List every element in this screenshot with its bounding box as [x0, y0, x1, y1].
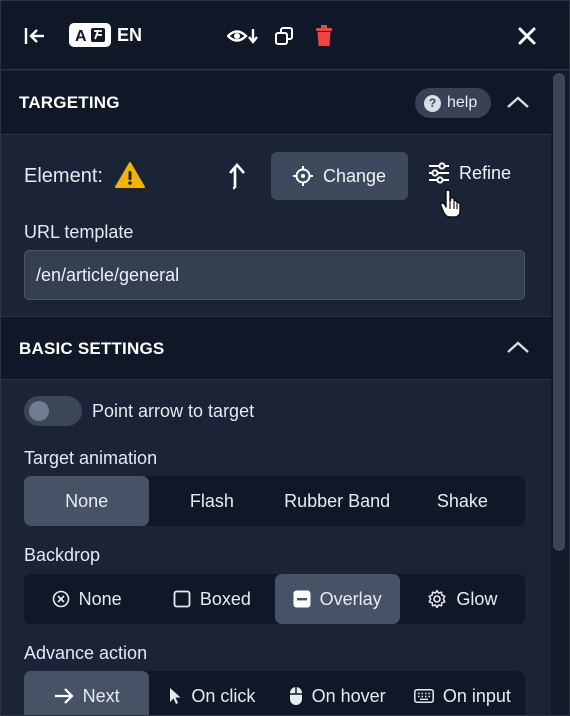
point-arrow-toggle[interactable]: [24, 396, 82, 426]
backdrop-segmented: None Boxed Overlay Glow: [24, 574, 525, 624]
animation-option-none[interactable]: None: [24, 476, 150, 526]
svg-text:A: A: [75, 28, 87, 44]
keyboard-icon: [413, 689, 434, 703]
help-label: help: [447, 94, 478, 111]
sliders-icon: [429, 162, 449, 184]
basic-settings-section-header[interactable]: BASIC SETTINGS: [1, 316, 551, 380]
square-icon: [173, 590, 191, 608]
change-button[interactable]: Change: [271, 152, 408, 200]
scrollbar-thumb[interactable]: [553, 73, 565, 551]
pointer-icon: [170, 688, 181, 704]
warning-icon: [114, 161, 146, 189]
collapse-left-icon[interactable]: [23, 24, 47, 48]
translate-icon[interactable]: A: [69, 23, 111, 47]
mouse-icon: [289, 687, 302, 705]
backdrop-option-overlay[interactable]: Overlay: [274, 574, 400, 624]
duplicate-icon[interactable]: [273, 25, 295, 47]
target-animation-segmented: None Flash Rubber Band Shake: [24, 476, 525, 526]
preview-icon[interactable]: [227, 25, 259, 47]
animation-option-shake[interactable]: Shake: [400, 476, 525, 526]
url-template-label: URL template: [24, 222, 134, 242]
gear-icon: [428, 589, 446, 609]
backdrop-option-none[interactable]: None: [24, 574, 149, 624]
targeting-title: TARGETING: [19, 93, 120, 112]
point-arrow-label: Point arrow to target: [92, 401, 255, 421]
backdrop-option-boxed[interactable]: Boxed: [149, 574, 274, 624]
advance-option-next[interactable]: Next: [24, 671, 150, 715]
change-label: Change: [322, 165, 387, 186]
arrow-right-icon: [54, 688, 74, 704]
arrow-up-icon[interactable]: [229, 162, 249, 190]
advance-option-on-input[interactable]: On input: [400, 671, 525, 715]
advance-action-label: Advance action: [24, 643, 148, 663]
chevron-up-icon[interactable]: [505, 335, 531, 359]
advance-option-on-click[interactable]: On click: [149, 671, 274, 715]
circle-x-icon: [52, 590, 69, 608]
animation-option-flash[interactable]: Flash: [149, 476, 274, 526]
editor-panel: A EN TARGETING ? help Element: Change Re…: [0, 0, 570, 716]
square-minus-icon: [293, 590, 311, 608]
element-label: Element:: [24, 165, 103, 187]
hand-cursor-icon: [438, 188, 464, 220]
question-icon: ?: [424, 94, 441, 112]
close-icon[interactable]: [516, 25, 538, 47]
backdrop-option-glow[interactable]: Glow: [400, 574, 525, 624]
target-animation-label: Target animation: [24, 448, 158, 468]
chevron-up-icon[interactable]: [505, 90, 531, 114]
backdrop-label: Backdrop: [24, 545, 101, 565]
url-template-input[interactable]: [24, 250, 525, 300]
crosshair-icon: [292, 166, 313, 186]
advance-option-on-hover[interactable]: On hover: [275, 671, 400, 715]
refine-button[interactable]: Refine: [427, 161, 511, 185]
language-code[interactable]: EN: [117, 25, 142, 46]
help-button[interactable]: ? help: [415, 88, 491, 118]
animation-option-rubber-band[interactable]: Rubber Band: [275, 476, 400, 526]
basic-settings-title: BASIC SETTINGS: [19, 339, 165, 358]
toolbar: A EN: [1, 1, 569, 70]
toggle-knob: [29, 401, 49, 421]
refine-label: Refine: [459, 162, 512, 183]
advance-action-segmented: Next On click On hover On input: [24, 671, 525, 715]
delete-icon[interactable]: [314, 24, 334, 48]
